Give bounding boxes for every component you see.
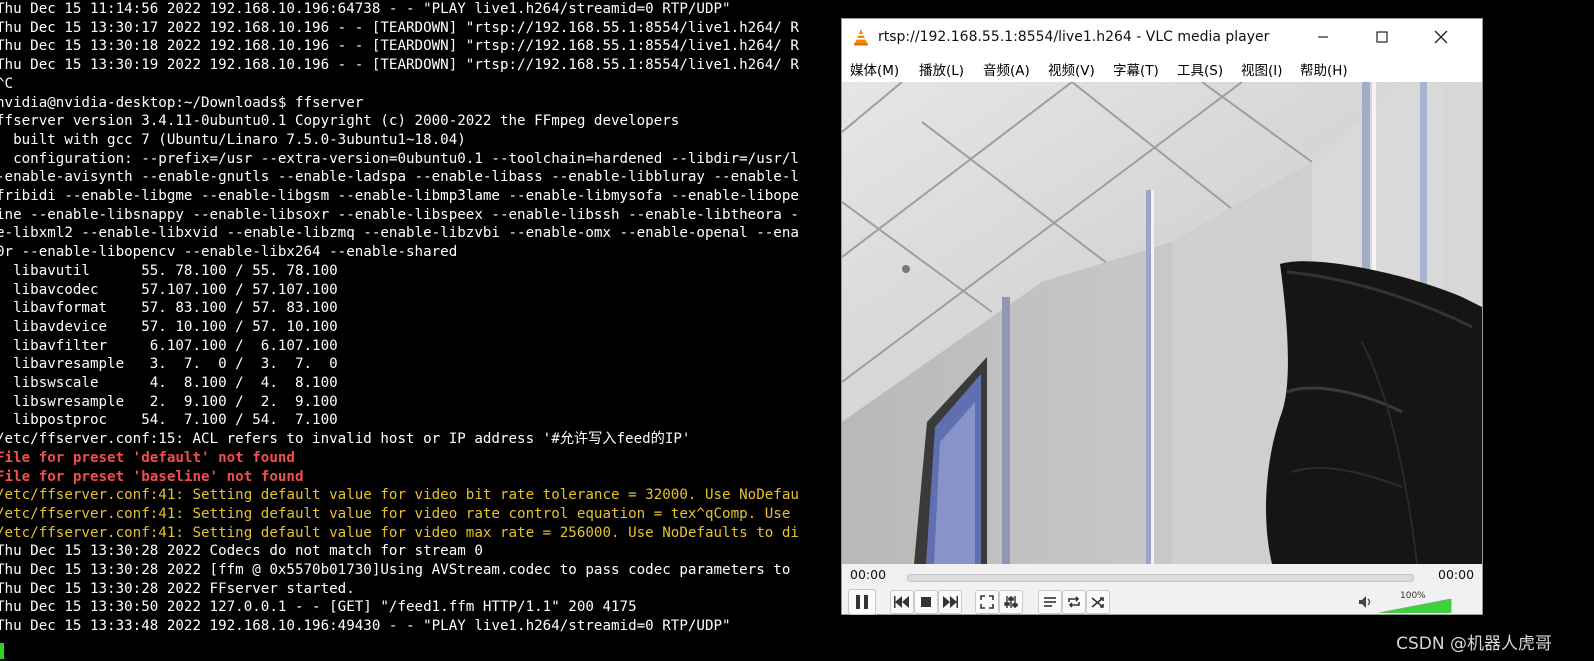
time-total: 00:00 bbox=[1438, 567, 1475, 582]
menu-playback[interactable]: 播放(L) bbox=[919, 59, 964, 79]
menu-bar: 媒体(M) 播放(L) 音频(A) 视频(V) 字幕(T) 工具(S) 视图(I… bbox=[842, 55, 1482, 82]
video-area[interactable] bbox=[842, 82, 1482, 564]
window-title: rtsp://192.168.55.1:8554/live1.h264 - VL… bbox=[878, 29, 1270, 45]
terminal-line: /etc/ffserver.conf:41: Setting default v… bbox=[0, 487, 799, 504]
fullscreen-button[interactable] bbox=[975, 590, 999, 614]
menu-audio[interactable]: 音频(A) bbox=[983, 59, 1030, 79]
terminal-line: /etc/ffserver.conf:41: Setting default v… bbox=[0, 505, 791, 522]
terminal-line: File for preset 'default' not found bbox=[0, 449, 295, 466]
extended-settings-button[interactable] bbox=[999, 590, 1023, 614]
terminal-line: libavresample 3. 7. 0 / 3. 7. 0 bbox=[0, 356, 338, 373]
previous-button[interactable] bbox=[890, 590, 914, 614]
terminal-line: libavdevice 57. 10.100 / 57. 10.100 bbox=[0, 318, 338, 335]
terminal-line: Thu Dec 15 13:30:17 2022 192.168.10.196 … bbox=[0, 19, 799, 36]
playlist-icon bbox=[1044, 597, 1056, 607]
pause-button[interactable] bbox=[848, 589, 876, 615]
equalizer-icon bbox=[1004, 596, 1018, 608]
terminal-line: libavcodec 57.107.100 / 57.107.100 bbox=[0, 281, 338, 298]
playlist-button[interactable] bbox=[1038, 590, 1062, 614]
video-frame bbox=[842, 82, 1482, 564]
maximize-button[interactable] bbox=[1359, 19, 1405, 55]
watermark: CSDN @机器人虎哥 bbox=[1396, 634, 1552, 654]
terminal-line: /etc/ffserver.conf:15: ACL refers to inv… bbox=[0, 431, 691, 448]
volume-slider[interactable] bbox=[1379, 599, 1453, 613]
skip-forward-icon bbox=[943, 596, 958, 608]
stop-icon bbox=[921, 597, 931, 607]
terminal-line: Thu Dec 15 13:30:18 2022 192.168.10.196 … bbox=[0, 38, 799, 55]
stop-button[interactable] bbox=[914, 590, 938, 614]
terminal-line: libavutil 55. 78.100 / 55. 78.100 bbox=[0, 262, 338, 279]
skip-back-icon bbox=[894, 596, 909, 608]
fullscreen-icon bbox=[980, 595, 994, 609]
control-bar: 00:00 00:00 100% bbox=[842, 564, 1482, 615]
menu-view[interactable]: 视图(I) bbox=[1241, 59, 1283, 79]
terminal-line: libpostproc 54. 7.100 / 54. 7.100 bbox=[0, 412, 338, 429]
shuffle-button[interactable] bbox=[1086, 590, 1110, 614]
minimize-button[interactable] bbox=[1300, 19, 1346, 55]
vlc-window[interactable]: rtsp://192.168.55.1:8554/live1.h264 - VL… bbox=[841, 18, 1483, 615]
title-bar[interactable]: rtsp://192.168.55.1:8554/live1.h264 - VL… bbox=[842, 19, 1482, 55]
menu-tools[interactable]: 工具(S) bbox=[1177, 59, 1223, 79]
terminal-line: libswscale 4. 8.100 / 4. 8.100 bbox=[0, 375, 338, 391]
terminal-line: ^C bbox=[0, 75, 14, 92]
time-elapsed: 00:00 bbox=[850, 567, 887, 582]
terminal-line: Thu Dec 15 13:30:19 2022 192.168.10.196 … bbox=[0, 57, 799, 74]
terminal-line: File for preset 'baseline' not found bbox=[0, 468, 304, 485]
next-button[interactable] bbox=[938, 590, 962, 614]
pause-icon bbox=[856, 595, 868, 609]
terminal-line: Thu Dec 15 13:33:48 2022 192.168.10.196:… bbox=[0, 618, 731, 635]
terminal-line: Thu Dec 15 13:30:28 2022 FFserver starte… bbox=[0, 580, 355, 597]
terminal-line: libavfilter 6.107.100 / 6.107.100 bbox=[0, 337, 338, 354]
terminal-line: Thu Dec 15 13:30:28 2022 Codecs do not m… bbox=[0, 543, 483, 560]
shuffle-icon bbox=[1091, 597, 1104, 608]
close-button[interactable] bbox=[1418, 19, 1464, 55]
close-icon bbox=[1434, 30, 1448, 44]
speaker-icon[interactable] bbox=[1358, 595, 1374, 609]
menu-video[interactable]: 视频(V) bbox=[1048, 59, 1095, 79]
terminal-line: ffserver version 3.4.11-0ubuntu0.1 Copyr… bbox=[0, 113, 680, 130]
seek-slider[interactable] bbox=[907, 574, 1414, 582]
vlc-cone-icon bbox=[854, 29, 868, 46]
maximize-icon bbox=[1376, 31, 1388, 43]
loop-button[interactable] bbox=[1062, 590, 1086, 614]
minimize-icon bbox=[1318, 36, 1328, 38]
terminal-line: libswresample 2. 9.100 / 2. 9.100 bbox=[0, 393, 338, 410]
menu-help[interactable]: 帮助(H) bbox=[1300, 59, 1348, 79]
menu-subtitle[interactable]: 字幕(T) bbox=[1113, 59, 1159, 79]
terminal-line: libavformat 57. 83.100 / 57. 83.100 bbox=[0, 300, 338, 317]
terminal-line: /etc/ffserver.conf:41: Setting default v… bbox=[0, 524, 799, 541]
terminal-line: built with gcc 7 (Ubuntu/Linaro 7.5.0-3u… bbox=[0, 131, 466, 148]
terminal-line: nvidia@nvidia-desktop:~/Downloads$ ffser… bbox=[0, 94, 364, 111]
terminal-line: Thu Dec 15 13:30:50 2022 127.0.0.1 - - [… bbox=[0, 599, 637, 616]
loop-icon bbox=[1068, 596, 1080, 608]
terminal-line: 0r --enable-libopencv --enable-libx264 -… bbox=[0, 244, 458, 261]
terminal-line: Thu Dec 15 13:30:28 2022 [ffm @ 0x5570b0… bbox=[0, 562, 791, 578]
menu-media[interactable]: 媒体(M) bbox=[850, 59, 899, 79]
terminal-line: Thu Dec 15 11:14:56 2022 192.168.10.196:… bbox=[0, 1, 731, 17]
terminal-cursor bbox=[0, 643, 4, 659]
